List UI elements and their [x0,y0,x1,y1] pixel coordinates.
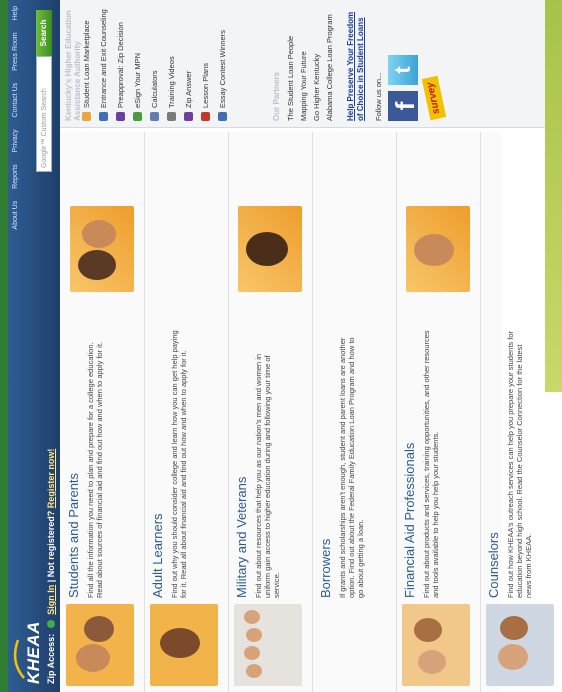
sidebar-item-esign[interactable]: eSign Your MPN [129,1,146,121]
financial-aid-photo [402,604,470,686]
nav-contact-us[interactable]: Contact Us [12,83,19,118]
calculator-icon [150,112,159,121]
sidebar-item-essay-contest[interactable]: Essay Contest Winners [214,1,231,121]
borrowers-right-photo [406,206,470,292]
sidebar-item-counseling[interactable]: Entrance and Exit Counseling [95,1,112,121]
military-veterans-desc: Find out about resources that help you a… [254,353,281,598]
nav-press-room[interactable]: Press Room [12,32,19,71]
zip-access-label: Zip Access: [46,633,56,684]
adult-learners-photo [150,604,218,686]
follow-us-text: Follow us on... [374,72,383,121]
essay-icon [218,112,227,121]
section-military-veterans[interactable]: Military and Veterans Find out about res… [228,132,313,692]
borrowers-desc: If grants and scholarships aren't enough… [338,337,365,598]
sign-in-link[interactable]: Sign In [46,585,56,615]
borrowers-title[interactable]: Borrowers [318,539,333,598]
adult-learners-desc: Find out why you should consider college… [170,330,188,598]
section-financial-aid-professionals[interactable]: Financial Aid Professionals Find out abo… [396,132,481,692]
logo-text[interactable]: KHEAA [24,621,44,684]
partners-title: Our Partners [272,72,281,121]
sidebar: Kentucky's Higher Education Assistance A… [60,0,562,128]
freedom-of-choice-link[interactable]: Help Preserve Your Freedom of Choice in … [346,3,366,121]
students-parents-desc: Find all the information you need to pla… [86,342,104,598]
military-photo [234,604,302,686]
counselors-title[interactable]: Counselors [486,532,501,598]
students-right-photo [70,206,134,292]
top-green-strip [0,0,8,692]
top-nav: About Us Reports Privacy Contact Us Pres… [12,6,19,240]
sidebar-item-marketplace[interactable]: Student Loan Marketplace [78,1,95,121]
kheaa-page: KHEAA About Us Reports Privacy Contact U… [0,0,562,692]
answer-icon [184,112,193,121]
partner-link-alabama[interactable]: Alabama College Loan Program [325,1,338,121]
main-content: Students and Parents Find all the inform… [60,132,554,692]
survey-icon[interactable]: survey [421,75,447,121]
counseling-icon [99,112,108,121]
partner-link-go-higher-kentucky[interactable]: Go Higher Kentucky [312,1,325,121]
sidebar-item-calculators[interactable]: Calculators [146,1,163,121]
not-registered-text: Not registered? [46,510,56,578]
sidebar-item-training-videos[interactable]: Training Videos [163,1,180,121]
zip-icon [116,112,125,121]
nav-privacy[interactable]: Privacy [12,129,19,152]
students-photo [66,604,134,686]
partner-link-student-loan-people[interactable]: The Student Loan People [286,1,299,121]
section-students-parents[interactable]: Students and Parents Find all the inform… [60,132,145,692]
section-adult-learners[interactable]: Adult Learners Find out why you should c… [144,132,229,692]
military-right-photo [238,206,302,292]
lesson-icon [201,112,210,121]
sign-in-icon [47,620,55,629]
video-icon [167,112,176,121]
section-borrowers[interactable]: Borrowers If grants and scholarships are… [312,132,397,692]
facebook-icon[interactable]: f [388,91,420,121]
military-veterans-title[interactable]: Military and Veterans [234,477,249,598]
adult-learners-title[interactable]: Adult Learners [150,513,165,598]
sidebar-item-zip-answer[interactable]: Zip Answer [180,1,197,121]
partner-links: The Student Loan People Mapping Your Fut… [286,1,338,121]
sidebar-item-zip-decision[interactable]: Preapproval: Zip Decision [112,1,129,121]
nav-about-us[interactable]: About Us [12,201,19,230]
site-header: KHEAA About Us Reports Privacy Contact U… [8,0,60,692]
search-button[interactable]: Search [36,10,52,56]
bottom-lime-strip [545,0,562,392]
twitter-icon[interactable]: t [388,55,418,85]
sidebar-item-lesson-plans[interactable]: Lesson Plans [197,1,214,121]
zip-access-row: Zip Access: Sign In | Not registered? Re… [46,449,56,684]
students-parents-title[interactable]: Students and Parents [66,473,81,598]
financial-aid-desc: Find out about products and services, tr… [422,330,440,598]
sidebar-tools: Student Loan Marketplace Entrance and Ex… [78,1,231,121]
counselors-desc: Find out how KHEAA's outreach services c… [506,331,533,598]
register-link[interactable]: Register now! [46,449,56,509]
zip-separator: | [46,579,56,583]
marketplace-icon [82,112,91,121]
counselors-photo [486,604,554,686]
nav-reports[interactable]: Reports [12,164,19,189]
search-input[interactable]: Google™ Custom Search [36,56,52,172]
financial-aid-title[interactable]: Financial Aid Professionals [402,443,417,598]
esign-icon [133,112,142,121]
nav-help[interactable]: Help [12,6,19,20]
partner-link-mapping-your-future[interactable]: Mapping Your Future [299,1,312,121]
